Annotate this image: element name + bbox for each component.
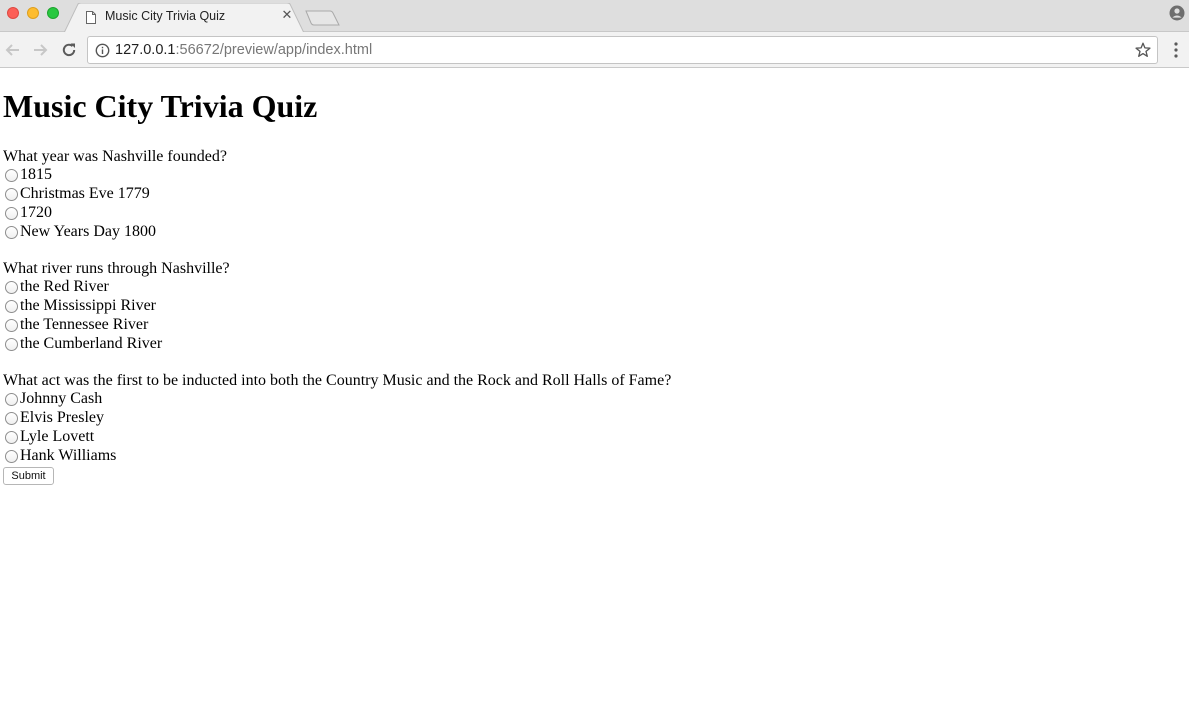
window-close-button[interactable]	[7, 7, 19, 19]
submit-button[interactable]: Submit	[3, 467, 54, 485]
answer-option[interactable]: Christmas Eve 1779	[3, 184, 1103, 203]
address-bar[interactable]: 127.0.0.1:56672/preview/app/index.html	[87, 36, 1158, 64]
quiz-form: What year was Nashville founded? 1815 Ch…	[3, 147, 1103, 483]
radio-button[interactable]	[5, 431, 18, 444]
answer-option[interactable]: the Tennessee River	[3, 315, 1103, 334]
answer-label[interactable]: Lyle Lovett	[20, 427, 94, 446]
answer-option[interactable]: Lyle Lovett	[3, 427, 1103, 446]
answer-label[interactable]: the Tennessee River	[20, 315, 148, 334]
radio-button[interactable]	[5, 412, 18, 425]
profile-icon[interactable]	[1169, 5, 1185, 21]
answer-option[interactable]: Elvis Presley	[3, 408, 1103, 427]
page-title: Music City Trivia Quiz	[3, 88, 318, 124]
radio-button[interactable]	[5, 393, 18, 406]
answer-label[interactable]: the Red River	[20, 277, 109, 296]
question-text: What year was Nashville founded?	[3, 148, 227, 165]
question-2: What river runs through Nashville? the R…	[3, 259, 1103, 353]
radio-button[interactable]	[5, 338, 18, 351]
page-icon	[86, 11, 96, 24]
radio-button[interactable]	[5, 450, 18, 463]
answer-label[interactable]: Elvis Presley	[20, 408, 104, 427]
browser-tab[interactable]: Music City Trivia Quiz ✕	[64, 3, 304, 33]
radio-button[interactable]	[5, 169, 18, 182]
star-icon[interactable]	[1135, 42, 1151, 58]
answer-label[interactable]: Christmas Eve 1779	[20, 184, 150, 203]
answer-label[interactable]: the Cumberland River	[20, 334, 162, 353]
answer-label[interactable]: 1720	[20, 203, 52, 222]
tab-title: Music City Trivia Quiz	[105, 9, 226, 23]
window-zoom-button[interactable]	[47, 7, 59, 19]
url-text[interactable]: 127.0.0.1:56672/preview/app/index.html	[115, 42, 372, 58]
radio-button[interactable]	[5, 207, 18, 220]
close-icon[interactable]: ✕	[280, 9, 294, 23]
answer-label[interactable]: 1815	[20, 165, 52, 184]
tab-strip: Music City Trivia Quiz ✕	[0, 0, 1189, 33]
radio-button[interactable]	[5, 188, 18, 201]
url-path: :56672/preview/app/index.html	[175, 42, 373, 58]
answer-option[interactable]: the Red River	[3, 277, 1103, 296]
answer-label[interactable]: Johnny Cash	[20, 389, 102, 408]
answer-option[interactable]: the Cumberland River	[3, 334, 1103, 353]
back-icon[interactable]	[4, 41, 22, 59]
window-minimize-button[interactable]	[27, 7, 39, 19]
answer-option[interactable]: the Mississippi River	[3, 296, 1103, 315]
radio-button[interactable]	[5, 281, 18, 294]
question-1: What year was Nashville founded? 1815 Ch…	[3, 147, 1103, 241]
new-tab-icon[interactable]	[305, 9, 341, 27]
question-3: What act was the first to be inducted in…	[3, 371, 1103, 465]
answer-option[interactable]: Hank Williams	[3, 446, 1103, 465]
question-text: What act was the first to be inducted in…	[3, 372, 672, 389]
radio-button[interactable]	[5, 300, 18, 313]
radio-button[interactable]	[5, 226, 18, 239]
forward-icon[interactable]	[31, 41, 49, 59]
radio-button[interactable]	[5, 319, 18, 332]
question-text: What river runs through Nashville?	[3, 260, 230, 277]
answer-option[interactable]: 1815	[3, 165, 1103, 184]
reload-icon[interactable]	[60, 41, 78, 59]
answer-label[interactable]: Hank Williams	[20, 446, 116, 465]
answer-label[interactable]: the Mississippi River	[20, 296, 156, 315]
answer-option[interactable]: Johnny Cash	[3, 389, 1103, 408]
page-content: Music City Trivia Quiz What year was Nas…	[0, 69, 1189, 708]
answer-option[interactable]: New Years Day 1800	[3, 222, 1103, 241]
info-icon[interactable]	[95, 43, 110, 58]
url-host: 127.0.0.1	[115, 42, 176, 58]
browser-toolbar: 127.0.0.1:56672/preview/app/index.html	[0, 32, 1189, 68]
menu-icon[interactable]	[1170, 41, 1182, 59]
answer-label[interactable]: New Years Day 1800	[20, 222, 156, 241]
answer-option[interactable]: 1720	[3, 203, 1103, 222]
